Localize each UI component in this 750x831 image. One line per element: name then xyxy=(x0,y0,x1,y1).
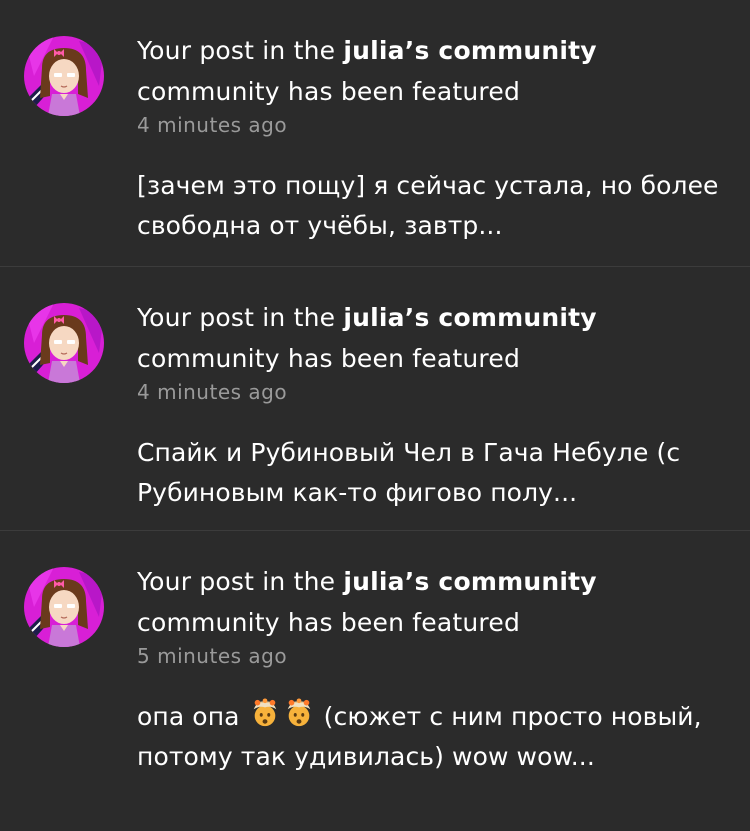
notification-content: Your post in the julia’s community commu… xyxy=(137,297,730,513)
post-excerpt: [зачем это пощу] я сейчас устала, но бол… xyxy=(137,171,719,240)
avatar[interactable] xyxy=(24,567,104,647)
exploding-head-icon xyxy=(250,698,280,728)
community-name[interactable]: julia’s community xyxy=(343,303,596,332)
post-excerpt: Спайк и Рубиновый Чел в Гача Небуле (с Р… xyxy=(137,438,681,507)
avatar-image xyxy=(24,36,104,116)
post-excerpt: опа опа (сюжет с ним просто новый, потом… xyxy=(137,697,730,777)
headline-prefix: Your post in the xyxy=(137,567,344,596)
notification-item[interactable]: Your post in the julia’s community commu… xyxy=(0,0,750,267)
headline-suffix: community has been featured xyxy=(137,77,521,106)
avatar-image xyxy=(24,567,104,647)
timestamp: 5 minutes ago xyxy=(137,644,288,668)
exploding-head-icon xyxy=(284,698,314,728)
notification-item[interactable]: Your post in the julia’s community commu… xyxy=(0,267,750,531)
avatar[interactable] xyxy=(24,303,104,383)
notification-content: Your post in the julia’s community commu… xyxy=(137,561,730,777)
headline-prefix: Your post in the xyxy=(137,36,344,65)
timestamp: 4 minutes ago xyxy=(137,380,288,404)
notification-headline: Your post in the julia’s community commu… xyxy=(137,297,730,379)
notification-headline: Your post in the julia’s community commu… xyxy=(137,561,730,643)
community-name[interactable]: julia’s community xyxy=(343,36,596,65)
timestamp: 4 minutes ago xyxy=(137,113,288,137)
notification-headline: Your post in the julia’s community commu… xyxy=(137,30,730,112)
community-name[interactable]: julia’s community xyxy=(343,567,596,596)
avatar-image xyxy=(24,303,104,383)
excerpt-start: опа опа xyxy=(137,702,240,731)
notification-content: Your post in the julia’s community commu… xyxy=(137,30,730,246)
avatar[interactable] xyxy=(24,36,104,116)
notification-item[interactable]: Your post in the julia’s community commu… xyxy=(0,531,750,831)
headline-prefix: Your post in the xyxy=(137,303,344,332)
headline-suffix: community has been featured xyxy=(137,344,521,373)
notifications-feed: Your post in the julia’s community commu… xyxy=(0,0,750,831)
headline-suffix: community has been featured xyxy=(137,608,521,637)
